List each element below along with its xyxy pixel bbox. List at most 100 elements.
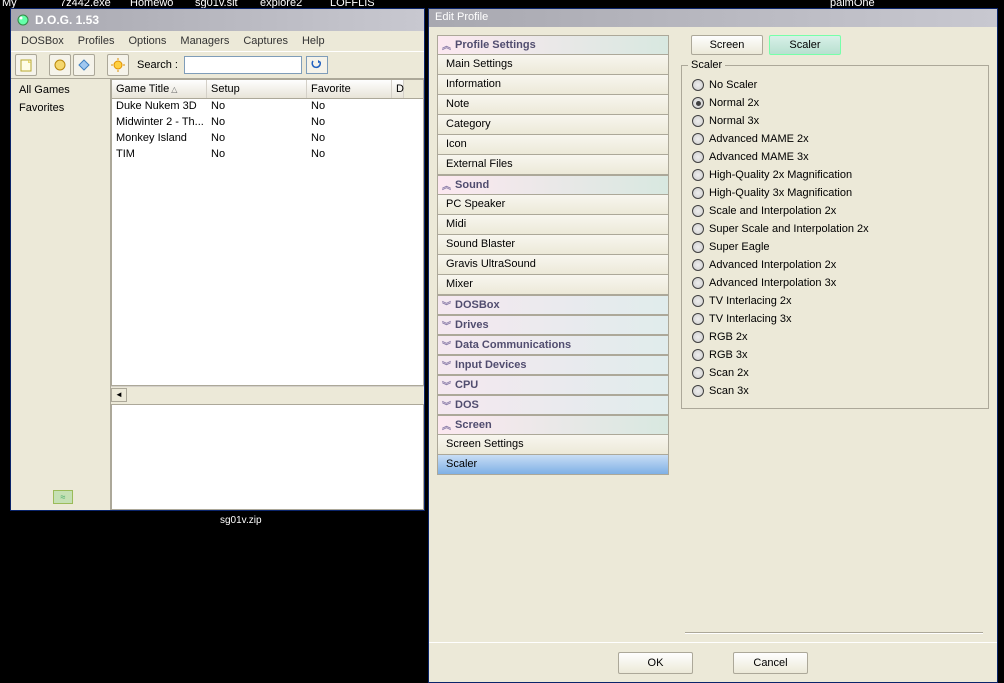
table-row[interactable]: Midwinter 2 - Th...NoNo — [112, 115, 423, 131]
accordion-item-sound-blaster[interactable]: Sound Blaster — [437, 235, 669, 255]
toolbar: Search : — [11, 51, 424, 79]
sun-button[interactable] — [107, 54, 129, 76]
chevron-icon: ︾ — [442, 339, 451, 352]
radio-normal-3x[interactable]: Normal 3x — [692, 112, 978, 130]
radio-label: High-Quality 2x Magnification — [709, 169, 852, 181]
accordion-item-screen-settings[interactable]: Screen Settings — [437, 435, 669, 455]
accordion-item-information[interactable]: Information — [437, 75, 669, 95]
accordion-header-dos[interactable]: ︾DOS — [437, 395, 669, 415]
table-row[interactable]: Duke Nukem 3DNoNo — [112, 99, 423, 115]
chevron-icon: ︾ — [442, 379, 451, 392]
menu-dosbox[interactable]: DOSBox — [15, 33, 70, 49]
accordion-item-external-files[interactable]: External Files — [437, 155, 669, 175]
radio-tv-interlacing-2x[interactable]: TV Interlacing 2x — [692, 292, 978, 310]
radio-icon — [692, 133, 704, 145]
accordion-item-category[interactable]: Category — [437, 115, 669, 135]
accordion-item-main-settings[interactable]: Main Settings — [437, 55, 669, 75]
radio-super-eagle[interactable]: Super Eagle — [692, 238, 978, 256]
radio-advanced-interpolation-2x[interactable]: Advanced Interpolation 2x — [692, 256, 978, 274]
groupbox-label: Scaler — [688, 59, 725, 71]
radio-scan-3x[interactable]: Scan 3x — [692, 382, 978, 400]
radio-normal-2x[interactable]: Normal 2x — [692, 94, 978, 112]
diamond-button[interactable] — [73, 54, 95, 76]
menu-captures[interactable]: Captures — [237, 33, 294, 49]
column-setup[interactable]: Setup — [207, 80, 307, 98]
search-input[interactable] — [184, 56, 302, 74]
radio-icon — [692, 385, 704, 397]
radio-scale-and-interpolation-2x[interactable]: Scale and Interpolation 2x — [692, 202, 978, 220]
radio-icon — [692, 79, 704, 91]
column-extra[interactable]: D — [392, 80, 404, 98]
accordion-item-mixer[interactable]: Mixer — [437, 275, 669, 295]
sidebar-collapse-icon[interactable]: ≈ — [53, 490, 73, 504]
radio-icon — [692, 277, 704, 289]
column-favorite[interactable]: Favorite — [307, 80, 392, 98]
radio-label: Super Scale and Interpolation 2x — [709, 223, 869, 235]
radio-label: High-Quality 3x Magnification — [709, 187, 852, 199]
radio-label: TV Interlacing 2x — [709, 295, 792, 307]
refresh-button[interactable] — [306, 56, 328, 74]
accordion-header-input-devices[interactable]: ︾Input Devices — [437, 355, 669, 375]
radio-rgb-3x[interactable]: RGB 3x — [692, 346, 978, 364]
sidebar-item-all-games[interactable]: All Games — [11, 81, 110, 99]
table-row[interactable]: TIMNoNo — [112, 147, 423, 163]
radio-high-quality-2x-magnification[interactable]: High-Quality 2x Magnification — [692, 166, 978, 184]
ok-button[interactable]: OK — [618, 652, 693, 674]
accordion-header-profile-settings[interactable]: ︽Profile Settings — [437, 35, 669, 55]
scaler-groupbox: Scaler No ScalerNormal 2xNormal 3xAdvanc… — [681, 65, 989, 409]
radio-high-quality-3x-magnification[interactable]: High-Quality 3x Magnification — [692, 184, 978, 202]
chevron-icon: ︽ — [442, 419, 451, 432]
globe-button[interactable] — [49, 54, 71, 76]
accordion-header-cpu[interactable]: ︾CPU — [437, 375, 669, 395]
radio-label: No Scaler — [709, 79, 757, 91]
radio-label: Advanced Interpolation 3x — [709, 277, 836, 289]
radio-advanced-mame-2x[interactable]: Advanced MAME 2x — [692, 130, 978, 148]
accordion-item-scaler[interactable]: Scaler — [437, 455, 669, 475]
scroll-left-icon[interactable]: ◄ — [111, 388, 127, 402]
cancel-button[interactable]: Cancel — [733, 652, 808, 674]
radio-label: Scan 2x — [709, 367, 749, 379]
menu-help[interactable]: Help — [296, 33, 331, 49]
dialog-title[interactable]: Edit Profile — [429, 9, 997, 27]
accordion-item-pc-speaker[interactable]: PC Speaker — [437, 195, 669, 215]
radio-tv-interlacing-3x[interactable]: TV Interlacing 3x — [692, 310, 978, 328]
titlebar[interactable]: D.O.G. 1.53 — [11, 9, 424, 31]
sidebar-item-favorites[interactable]: Favorites — [11, 99, 110, 117]
menu-profiles[interactable]: Profiles — [72, 33, 121, 49]
edit-profile-dialog: Edit Profile ︽Profile SettingsMain Setti… — [428, 8, 998, 683]
accordion-item-gravis-ultrasound[interactable]: Gravis UltraSound — [437, 255, 669, 275]
new-button[interactable] — [15, 54, 37, 76]
accordion-header-dosbox[interactable]: ︾DOSBox — [437, 295, 669, 315]
horizontal-scrollbar[interactable]: ◄ — [111, 386, 424, 402]
radio-label: Advanced MAME 3x — [709, 151, 809, 163]
tab-scaler[interactable]: Scaler — [769, 35, 841, 55]
accordion-header-screen[interactable]: ︽Screen — [437, 415, 669, 435]
accordion-item-midi[interactable]: Midi — [437, 215, 669, 235]
radio-label: RGB 3x — [709, 349, 748, 361]
accordion-header-drives[interactable]: ︾Drives — [437, 315, 669, 335]
radio-no-scaler[interactable]: No Scaler — [692, 76, 978, 94]
radio-rgb-2x[interactable]: RGB 2x — [692, 328, 978, 346]
radio-scan-2x[interactable]: Scan 2x — [692, 364, 978, 382]
radio-advanced-mame-3x[interactable]: Advanced MAME 3x — [692, 148, 978, 166]
radio-label: Advanced Interpolation 2x — [709, 259, 836, 271]
radio-super-scale-and-interpolation-2x[interactable]: Super Scale and Interpolation 2x — [692, 220, 978, 238]
sidebar: All Games Favorites ≈ — [11, 79, 111, 510]
menu-options[interactable]: Options — [122, 33, 172, 49]
radio-icon — [692, 259, 704, 271]
accordion-item-note[interactable]: Note — [437, 95, 669, 115]
radio-icon — [692, 151, 704, 163]
tab-screen[interactable]: Screen — [691, 35, 763, 55]
accordion-header-sound[interactable]: ︽Sound — [437, 175, 669, 195]
accordion-item-icon[interactable]: Icon — [437, 135, 669, 155]
accordion-header-data-communications[interactable]: ︾Data Communications — [437, 335, 669, 355]
radio-label: Normal 2x — [709, 97, 759, 109]
column-game-title[interactable]: Game Title△ — [112, 80, 207, 98]
radio-advanced-interpolation-3x[interactable]: Advanced Interpolation 3x — [692, 274, 978, 292]
radio-icon — [692, 313, 704, 325]
tab-row: Screen Scaler — [681, 35, 989, 55]
menu-managers[interactable]: Managers — [174, 33, 235, 49]
radio-icon — [692, 205, 704, 217]
chevron-icon: ︽ — [442, 179, 451, 192]
table-row[interactable]: Monkey IslandNoNo — [112, 131, 423, 147]
